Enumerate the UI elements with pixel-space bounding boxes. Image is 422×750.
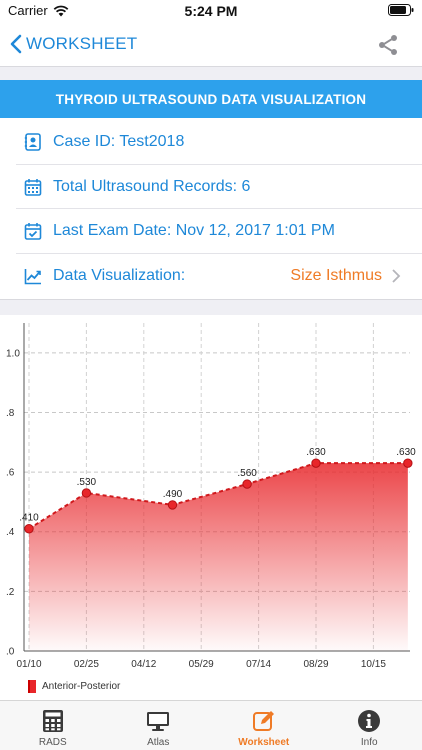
data-label: .630 — [396, 447, 416, 458]
y-tick-label: .8 — [6, 408, 15, 419]
tab-label: Worksheet — [238, 737, 290, 748]
data-point — [24, 524, 34, 534]
monitor-icon — [147, 712, 170, 731]
data-point — [311, 458, 321, 468]
tab-rads[interactable]: RADS — [0, 701, 106, 750]
x-tick-label: 04/12 — [131, 659, 156, 670]
total-records-text: Total Ultrasound Records: 6 — [53, 177, 251, 195]
data-visualization-value[interactable]: Size Isthmus — [290, 267, 382, 285]
data-label: .410 — [19, 513, 39, 524]
data-point — [81, 488, 92, 498]
x-tick-label: 07/14 — [246, 659, 271, 670]
legend-swatch — [28, 680, 36, 693]
tab-label: Info — [360, 737, 378, 748]
back-button[interactable]: WORKSHEET — [10, 30, 137, 58]
calculator-icon — [42, 710, 63, 732]
tab-bar: RADS Atlas Worksheet Info — [0, 700, 422, 750]
chevron-left-icon — [10, 34, 22, 54]
data-label: .560 — [237, 468, 257, 479]
x-tick-label: 01/10 — [16, 659, 41, 670]
data-label: .630 — [306, 447, 326, 458]
calendar-grid-icon — [24, 178, 42, 196]
case-id-row: Case ID: Test2018 — [0, 120, 422, 165]
chevron-right-icon — [392, 268, 401, 283]
tab-label: Atlas — [147, 737, 170, 748]
tab-label: RADS — [38, 737, 67, 748]
page-title: THYROID ULTRASOUND DATA VISUALIZATION — [0, 80, 422, 118]
case-info-list: Case ID: Test2018 Total Ultrasound Recor… — [0, 120, 422, 298]
data-label: .490 — [163, 489, 183, 500]
status-bar: Carrier 5:24 PM — [0, 0, 422, 22]
data-point — [242, 479, 252, 489]
case-id-text: Case ID: Test2018 — [53, 133, 185, 151]
x-tick-label: 02/25 — [74, 659, 99, 670]
data-visualization-label: Data Visualization: — [53, 266, 186, 284]
edit-icon — [252, 711, 274, 731]
chart-container: .0 .2 .4 .6 .8 1.0 01/10 02/25 04/12 05/29 07/14 08… — [0, 315, 422, 700]
last-exam-text: Last Exam Date: Nov 12, 2017 1:01 PM — [53, 222, 335, 240]
size-chart: .0 .2 .4 .6 .8 1.0 01/10 02/25 04/12 05/29 07/14 08… — [6, 323, 416, 670]
x-tick-label: 05/29 — [189, 659, 214, 670]
y-tick-label: .0 — [6, 647, 15, 658]
last-exam-row: Last Exam Date: Nov 12, 2017 1:01 PM — [0, 209, 422, 254]
share-icon[interactable] — [376, 33, 400, 57]
y-tick-label: .2 — [6, 587, 15, 598]
x-tick-label: 10/15 — [361, 659, 386, 670]
data-point — [403, 458, 413, 468]
line-chart-icon — [24, 268, 41, 285]
data-label: .530 — [77, 477, 97, 488]
tab-worksheet[interactable]: Worksheet — [211, 701, 317, 750]
back-button-label: WORKSHEET — [26, 34, 138, 53]
y-tick-label: .6 — [6, 468, 15, 479]
y-tick-label: 1.0 — [6, 348, 20, 359]
total-records-row: Total Ultrasound Records: 6 — [0, 165, 422, 210]
legend-label: Anterior-Posterior — [42, 681, 121, 692]
section-separator — [0, 299, 422, 315]
chart-legend: Anterior-Posterior — [28, 680, 120, 693]
info-icon — [358, 710, 381, 732]
x-tick-label: 08/29 — [303, 659, 328, 670]
navigation-bar: WORKSHEET — [0, 22, 422, 66]
calendar-check-icon — [24, 223, 42, 241]
data-point — [167, 500, 178, 510]
tab-info[interactable]: Info — [317, 701, 422, 750]
y-tick-label: .4 — [6, 527, 15, 538]
section-separator — [0, 66, 422, 80]
tab-atlas[interactable]: Atlas — [106, 701, 212, 750]
data-visualization-row[interactable]: Data Visualization: Size Isthmus — [0, 254, 422, 299]
battery-icon — [388, 4, 414, 16]
contact-card-icon — [24, 133, 41, 152]
status-time: 5:24 PM — [184, 3, 238, 19]
